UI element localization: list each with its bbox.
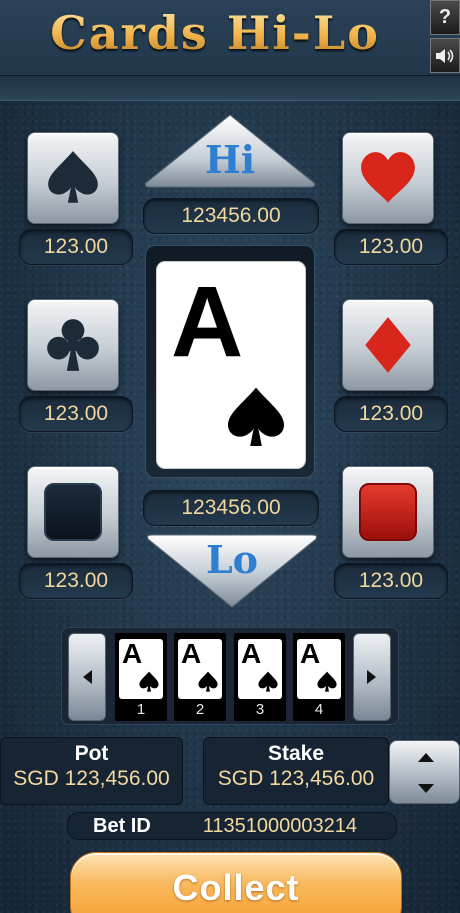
black-bet-value: 123.00	[19, 563, 133, 599]
hi-button[interactable]: Hi	[144, 113, 316, 189]
diamond-icon	[365, 317, 411, 373]
hi-label: Hi	[204, 137, 256, 182]
history-card-index: 2	[195, 701, 205, 718]
history-card[interactable]: A 3	[234, 633, 286, 721]
diamond-bet-value: 123.00	[334, 396, 448, 432]
heart-icon	[361, 152, 415, 203]
history-card[interactable]: A 2	[174, 633, 226, 721]
spade-icon	[317, 671, 337, 692]
history-card-index: 4	[314, 701, 324, 718]
red-color-icon	[359, 483, 417, 541]
hi-payout: 123456.00	[143, 198, 319, 234]
history-card-rank: A	[122, 638, 143, 669]
spade-icon	[198, 671, 218, 692]
red-bet-button[interactable]	[342, 466, 434, 558]
history-card-index: 3	[255, 701, 265, 718]
pot-panel: Pot SGD 123,456.00	[0, 737, 183, 805]
history-card-rank: A	[241, 638, 262, 669]
history-card[interactable]: A 1	[115, 633, 167, 721]
club-icon	[47, 319, 99, 371]
current-card: A	[157, 262, 305, 468]
spade-icon	[139, 671, 159, 692]
red-bet-value: 123.00	[334, 563, 448, 599]
lo-button[interactable]: Lo	[146, 533, 318, 609]
stake-label: Stake	[267, 742, 325, 765]
card-history: A 1 A 2 A 3 A 4	[61, 627, 399, 725]
arrow-left-icon	[83, 670, 92, 684]
sound-button[interactable]	[430, 38, 460, 73]
history-card-rank: A	[181, 638, 202, 669]
history-card-rank: A	[300, 638, 321, 669]
help-button[interactable]: ?	[430, 0, 460, 35]
spade-icon	[48, 151, 98, 203]
stake-increase-icon[interactable]	[417, 751, 435, 763]
club-bet-button[interactable]	[27, 299, 119, 391]
bet-id-label: Bet ID	[93, 814, 151, 837]
arrow-right-icon	[367, 670, 376, 684]
message-bar	[0, 75, 460, 101]
heart-bet-button[interactable]	[342, 132, 434, 224]
history-next-button[interactable]	[353, 633, 391, 721]
help-icon: ?	[438, 6, 452, 28]
lo-payout: 123456.00	[143, 490, 319, 526]
spade-bet-button[interactable]	[27, 132, 119, 224]
spade-icon	[258, 671, 278, 692]
bet-id-bar: Bet ID 11351000003214	[67, 812, 397, 840]
spade-bet-value: 123.00	[19, 229, 133, 265]
club-bet-value: 123.00	[19, 396, 133, 432]
lo-label: Lo	[205, 537, 259, 582]
pot-label: Pot	[74, 742, 109, 765]
pot-value: SGD 123,456.00	[13, 767, 170, 790]
diamond-bet-button[interactable]	[342, 299, 434, 391]
stake-decrease-icon[interactable]	[417, 783, 435, 795]
game-title: Cards Hi-Lo	[0, 6, 430, 60]
heart-bet-value: 123.00	[334, 229, 448, 265]
black-bet-button[interactable]	[27, 466, 119, 558]
collect-button[interactable]: Collect	[70, 852, 402, 913]
bet-id-value: 11351000003214	[202, 814, 358, 837]
current-card-rank: A	[171, 266, 244, 378]
history-prev-button[interactable]	[68, 633, 106, 721]
history-card-index: 1	[136, 701, 146, 718]
black-color-icon	[44, 483, 102, 541]
current-card-spade-icon	[228, 387, 284, 446]
speaker-icon	[436, 48, 454, 63]
stake-value: SGD 123,456.00	[217, 767, 375, 790]
history-card[interactable]: A 4	[293, 633, 345, 721]
stake-stepper[interactable]	[389, 740, 460, 804]
stake-panel: Stake SGD 123,456.00	[203, 737, 389, 805]
